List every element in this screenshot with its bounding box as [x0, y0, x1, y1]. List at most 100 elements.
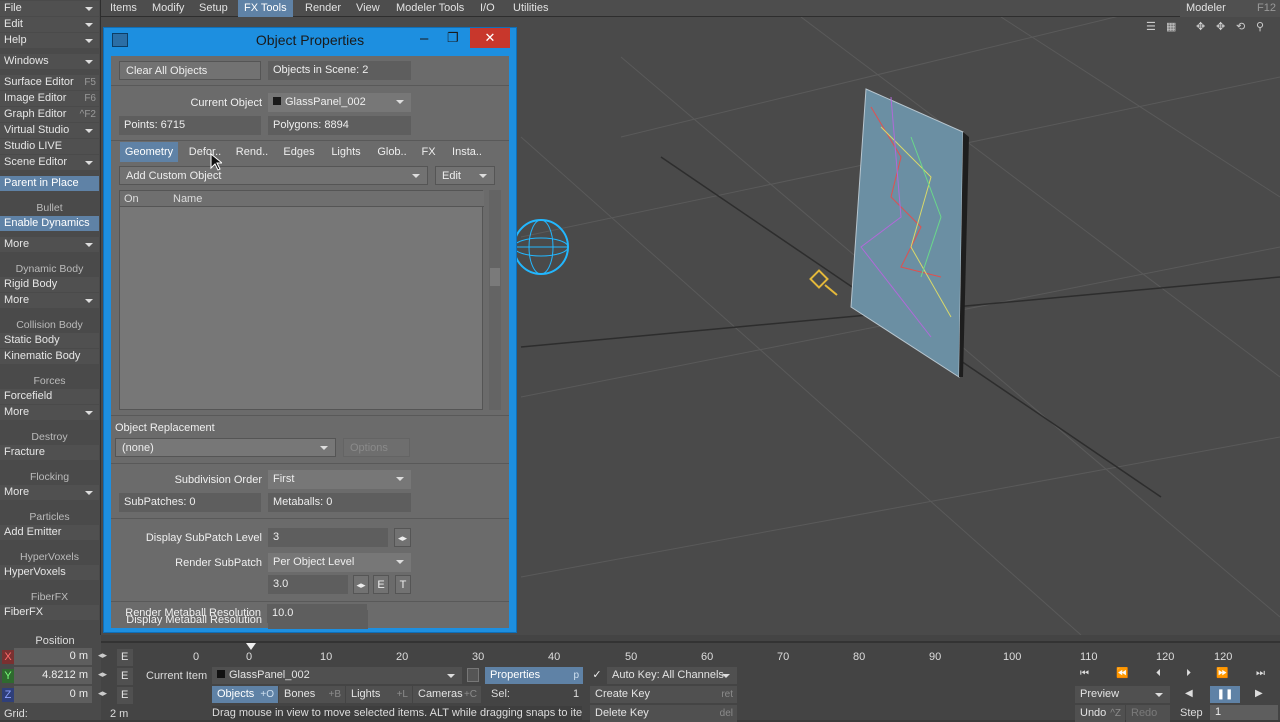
- zoom-view-icon[interactable]: ⚲: [1256, 20, 1264, 33]
- options-button[interactable]: Options: [343, 438, 410, 457]
- glass-panel-object[interactable]: [850, 88, 969, 378]
- tab-edges[interactable]: Edges: [279, 142, 319, 162]
- tab-geometry[interactable]: Geometry: [120, 142, 178, 162]
- current-object-dropdown[interactable]: GlassPanel_002: [268, 93, 411, 112]
- auto-key-check-icon[interactable]: ✓: [590, 668, 604, 682]
- menu-tab-io[interactable]: I/O: [474, 0, 501, 17]
- tab-global[interactable]: Glob..: [372, 142, 412, 162]
- scrollbar-thumb[interactable]: [490, 268, 500, 286]
- play-reverse-icon[interactable]: ◀: [1185, 688, 1193, 699]
- display-subpatch-field[interactable]: 3: [268, 528, 388, 547]
- lights-button[interactable]: Lights +L: [346, 686, 412, 703]
- timeline-bar[interactable]: [101, 641, 1280, 643]
- flocking-more-menu[interactable]: More: [0, 485, 99, 500]
- image-editor-button[interactable]: Image Editor F6: [0, 91, 99, 106]
- menu-tab-view[interactable]: View: [350, 0, 386, 17]
- menu-tab-items[interactable]: Items: [104, 0, 143, 17]
- enable-dynamics-button[interactable]: Enable Dynamics: [0, 216, 99, 231]
- edit-menu[interactable]: Edit: [0, 17, 99, 32]
- forcefield-button[interactable]: Forcefield: [0, 389, 99, 404]
- parent-in-place-button[interactable]: Parent in Place: [0, 176, 99, 191]
- surface-editor-button[interactable]: Surface Editor F5: [0, 75, 99, 90]
- minimize-icon[interactable]: –: [420, 30, 428, 47]
- delete-key-button[interactable]: Delete Key del: [590, 705, 737, 722]
- file-menu[interactable]: File: [0, 1, 99, 16]
- playhead-marker[interactable]: [246, 643, 256, 650]
- redo-button[interactable]: Redo: [1126, 705, 1170, 722]
- fiberfx-button[interactable]: FiberFX: [0, 605, 99, 620]
- subdivision-order-dropdown[interactable]: First: [268, 470, 411, 489]
- list-scrollbar[interactable]: [489, 190, 501, 410]
- next-key-icon[interactable]: ⏩: [1216, 668, 1228, 679]
- edit-dropdown[interactable]: Edit: [435, 166, 495, 185]
- forces-more-menu[interactable]: More: [0, 405, 99, 420]
- previous-frame-icon[interactable]: ⏴: [1156, 668, 1161, 679]
- render-metaball-field[interactable]: 10.0: [267, 604, 367, 623]
- kinematic-body-button[interactable]: Kinematic Body: [0, 349, 99, 364]
- menu-tab-setup[interactable]: Setup: [193, 0, 234, 17]
- static-body-button[interactable]: Static Body: [0, 333, 99, 348]
- menu-tab-fx-tools[interactable]: FX Tools: [238, 0, 293, 17]
- rigid-body-button[interactable]: Rigid Body: [0, 277, 99, 292]
- scene-editor-menu[interactable]: Scene Editor: [0, 155, 99, 170]
- envelope-button[interactable]: E: [373, 575, 389, 594]
- close-icon[interactable]: ✕: [470, 28, 510, 48]
- y-stepper-icon[interactable]: ◂▸: [98, 669, 107, 680]
- go-to-start-icon[interactable]: ⏮: [1080, 668, 1089, 679]
- step-field[interactable]: 1: [1210, 705, 1278, 720]
- cameras-button[interactable]: Cameras +C: [413, 686, 481, 703]
- y-position-field[interactable]: 4.8212 m: [14, 667, 92, 684]
- hypervoxels-button[interactable]: HyperVoxels: [0, 565, 99, 580]
- tab-lights[interactable]: Lights: [326, 142, 366, 162]
- viewport-controls[interactable]: ☰ ▦ ✥ ✥ ⟲ ⚲: [1134, 20, 1274, 34]
- add-emitter-button[interactable]: Add Emitter: [0, 525, 99, 540]
- x-position-field[interactable]: 0 m: [14, 648, 92, 665]
- move-view-icon[interactable]: ✥: [1196, 20, 1205, 33]
- wireframe-sphere[interactable]: [513, 219, 569, 275]
- render-subpatch-dropdown[interactable]: Per Object Level: [268, 553, 411, 572]
- maximize-icon[interactable]: ❐: [447, 30, 459, 46]
- z-envelope-button[interactable]: E: [117, 687, 133, 704]
- z-position-field[interactable]: 0 m: [14, 686, 92, 703]
- clear-all-objects-button[interactable]: Clear All Objects: [119, 61, 261, 80]
- texture-button[interactable]: T: [395, 575, 411, 594]
- properties-button[interactable]: Properties p: [485, 667, 583, 684]
- x-envelope-button[interactable]: E: [117, 649, 133, 666]
- y-envelope-button[interactable]: E: [117, 668, 133, 685]
- bullet-more-menu[interactable]: More: [0, 237, 99, 252]
- dialog-titlebar[interactable]: Object Properties – ❐ ✕: [104, 28, 516, 54]
- current-item-dropdown[interactable]: GlassPanel_002: [212, 667, 462, 684]
- dynamic-body-more-menu[interactable]: More: [0, 293, 99, 308]
- objects-button[interactable]: Objects +O: [212, 686, 278, 703]
- preview-dropdown[interactable]: Preview: [1075, 686, 1170, 703]
- grid-options-icon[interactable]: ▦: [1166, 20, 1176, 33]
- tab-render[interactable]: Rend..: [232, 142, 272, 162]
- help-menu[interactable]: Help: [0, 33, 99, 48]
- menu-tab-modify[interactable]: Modify: [146, 0, 190, 17]
- tab-fx[interactable]: FX: [416, 142, 441, 162]
- list-icon[interactable]: ☰: [1146, 20, 1156, 33]
- modeler-button[interactable]: Modeler F12: [1180, 0, 1280, 17]
- custom-object-list[interactable]: On Name: [119, 190, 484, 410]
- menu-tab-utilities[interactable]: Utilities: [507, 0, 554, 17]
- next-frame-icon[interactable]: ⏵: [1186, 668, 1191, 679]
- menu-tab-render[interactable]: Render: [299, 0, 347, 17]
- previous-key-icon[interactable]: ⏪: [1116, 668, 1128, 679]
- z-stepper-icon[interactable]: ◂▸: [98, 688, 107, 699]
- graph-editor-button[interactable]: Graph Editor ^F2: [0, 107, 99, 122]
- add-custom-object-dropdown[interactable]: Add Custom Object: [119, 166, 428, 185]
- auto-key-dropdown[interactable]: Auto Key: All Channels: [607, 667, 737, 684]
- studio-live-button[interactable]: Studio LIVE: [0, 139, 99, 154]
- virtual-studio-menu[interactable]: Virtual Studio: [0, 123, 99, 138]
- object-replacement-dropdown[interactable]: (none): [115, 438, 336, 457]
- fracture-button[interactable]: Fracture: [0, 445, 99, 460]
- windows-menu[interactable]: Windows: [0, 54, 99, 69]
- bones-button[interactable]: Bones +B: [279, 686, 345, 703]
- render-subpatch-value[interactable]: 3.0: [268, 575, 348, 594]
- tab-instance[interactable]: Insta..: [447, 142, 487, 162]
- rotate-view-icon[interactable]: ⟲: [1236, 20, 1245, 33]
- play-forward-icon[interactable]: ▶: [1255, 688, 1263, 699]
- create-key-button[interactable]: Create Key ret: [590, 686, 737, 703]
- go-to-end-icon[interactable]: ⏭: [1256, 668, 1265, 679]
- undo-button[interactable]: Undo ^Z: [1075, 705, 1125, 722]
